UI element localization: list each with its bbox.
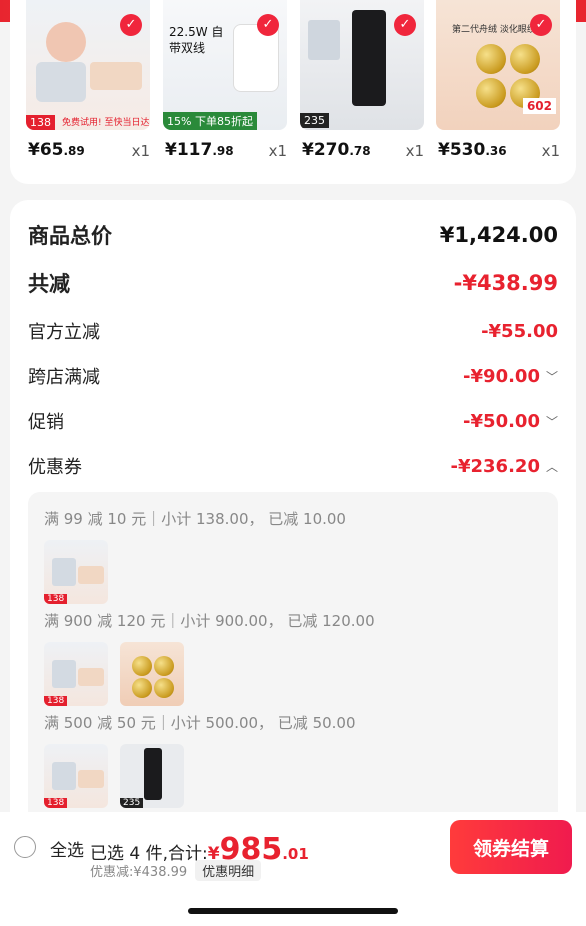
selected-products-card: 138 免费试用! 至快当日达 ✓ ¥65.89 x1 22.5W 自带双线 1… [10,0,576,184]
product-image-shape [46,22,86,62]
coupon-detail-panel: 满 99 减 10 元｜小计 138.00， 已减 10.00 138 满 90… [28,492,558,840]
total-price-row: 商品总价 ¥1,424.00 [28,220,558,250]
coupon-rule-text: 满 99 减 10 元｜小计 138.00， 已减 10.00 [44,510,346,528]
product-image-ball [476,78,506,108]
total-discount-row: 共减 -¥438.99 [28,268,558,298]
total-discount-value: -¥438.99 [453,271,558,295]
check-icon[interactable]: ✓ [120,14,142,36]
product-thumb-text: 第二代舟绒 淡化眼纹 [452,25,536,35]
product-price: ¥65.89 [28,140,85,160]
check-icon[interactable]: ✓ [257,14,279,36]
product-item[interactable]: 22.5W 自带双线 15% 下单85折起 ✓ ¥117.98 x1 [163,0,287,170]
product-price-badge: 602 [522,98,556,114]
product-quantity: x1 [541,142,560,160]
product-image-ball [510,44,540,74]
chevron-up-icon[interactable]: ︿ [546,458,558,475]
cross-store-discount-row[interactable]: 跨店满减 -¥90.00 ﹀ [28,361,558,391]
savings-line: 优惠减:¥438.99 优惠明细 [90,860,262,881]
coupon-value[interactable]: -¥236.20 ︿ [451,456,558,477]
total-amount-decimal: .01 [282,845,309,863]
promotion-value[interactable]: -¥50.00 ﹀ [463,411,558,432]
cross-store-discount-label: 跨店满减 [28,367,100,388]
promotion-label: 促销 [28,412,64,433]
product-image-pants [352,10,386,106]
product-price: ¥117.98 [165,140,234,160]
price-summary-card: 商品总价 ¥1,424.00 共减 -¥438.99 官方立减 -¥55.00 … [10,200,576,840]
product-quantity: x1 [268,142,287,160]
chevron-down-icon[interactable]: ﹀ [546,368,558,385]
total-price-label: 商品总价 [28,224,112,248]
product-image-ball [476,44,506,74]
coupon-row[interactable]: 优惠券 -¥236.20 ︿ [28,451,558,481]
product-price: ¥270.78 [302,140,371,160]
product-thumb-text: 免费试用! 至快当日达 [62,118,150,128]
coupon-product-thumbnail[interactable]: 138 [44,744,108,808]
coupon-label: 优惠券 [28,457,82,478]
product-image-detail [308,20,340,60]
coupon-rule-text: 满 900 减 120 元｜小计 900.00， 已减 120.00 [44,612,375,630]
savings-text: 优惠减:¥438.99 [90,865,188,880]
product-quantity: x1 [405,142,424,160]
product-price-badge: 138 [26,115,55,130]
chevron-down-icon[interactable]: ﹀ [546,413,558,430]
product-quantity: x1 [131,142,150,160]
product-image-person [36,62,86,102]
product-thumb-text: 22.5W 自带双线 [169,25,224,55]
product-item[interactable]: 138 免费试用! 至快当日达 ✓ ¥65.89 x1 [26,0,150,170]
total-price-value: ¥1,424.00 [439,223,558,247]
coupon-rule-text: 满 500 减 50 元｜小计 500.00， 已减 50.00 [44,714,356,732]
product-price-badge: 15% 下单85折起 [163,112,257,130]
coupon-product-thumbnail[interactable]: 138 [44,540,108,604]
select-all-radio[interactable] [14,836,36,858]
product-image-box [90,62,142,90]
product-price: ¥530.36 [438,140,507,160]
official-discount-value: -¥55.00 [481,320,558,342]
coupon-product-thumbnail[interactable] [120,642,184,706]
check-icon[interactable]: ✓ [530,14,552,36]
official-discount-label: 官方立减 [28,322,100,343]
check-icon[interactable]: ✓ [394,14,416,36]
coupon-product-thumbnail[interactable]: 138 [44,642,108,706]
total-discount-label: 共减 [28,272,70,296]
select-all-label[interactable]: 全选 [50,836,84,861]
product-item[interactable]: 235 ✓ ¥270.78 x1 [300,0,424,170]
claim-coupon-checkout-button[interactable]: 领券结算 [450,820,572,874]
coupon-product-thumbnail[interactable]: 235 [120,744,184,808]
home-indicator[interactable] [188,908,398,914]
promotion-row[interactable]: 促销 -¥50.00 ﹀ [28,406,558,436]
official-discount-row: 官方立减 -¥55.00 [28,316,558,346]
product-item[interactable]: 第二代舟绒 淡化眼纹 602 ✓ ¥530.36 x1 [436,0,560,170]
product-price-badge: 235 [300,113,329,128]
cross-store-discount-value[interactable]: -¥90.00 ﹀ [463,366,558,387]
discount-detail-button[interactable]: 优惠明细 [195,860,262,881]
